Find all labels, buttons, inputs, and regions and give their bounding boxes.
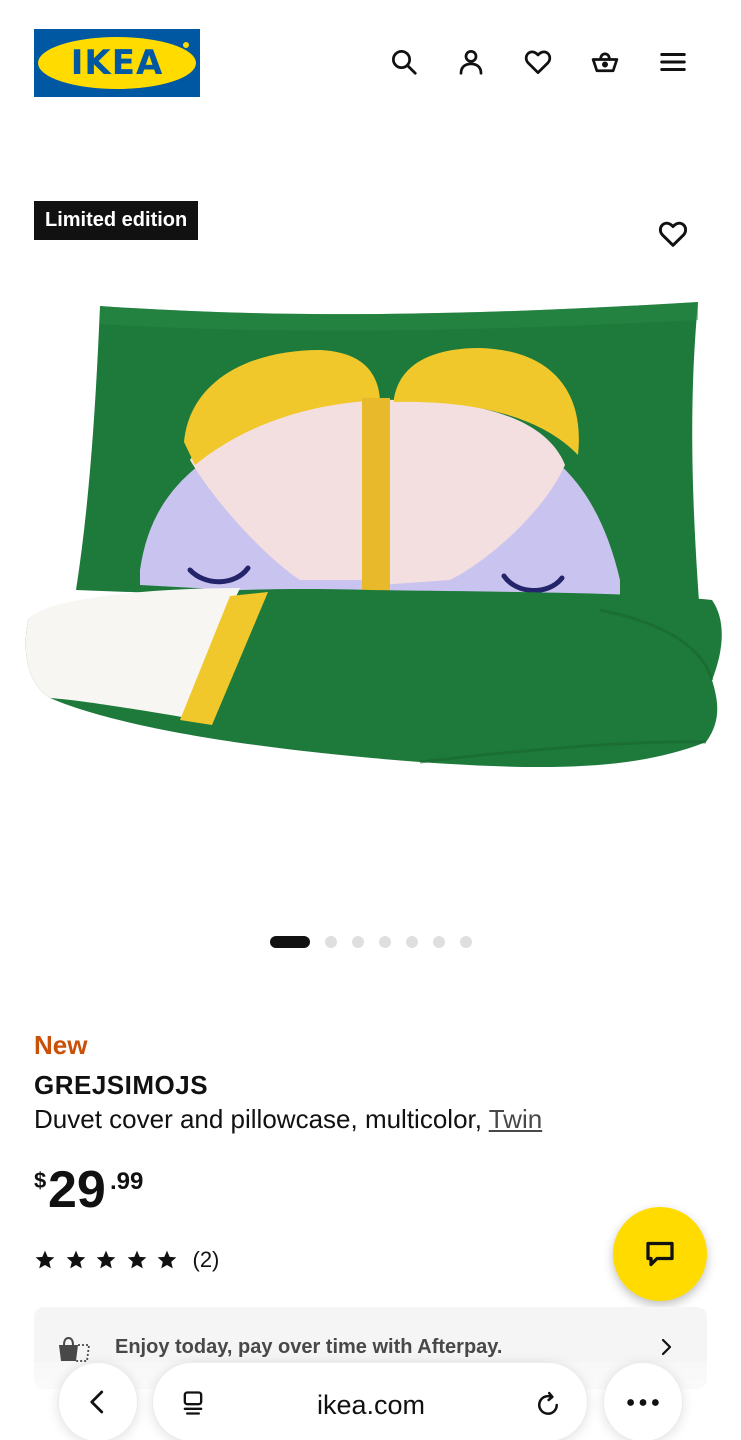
product-name: GREJSIMOJS bbox=[34, 1070, 209, 1100]
chevron-left-icon bbox=[90, 1390, 104, 1414]
star-icon bbox=[157, 1250, 177, 1269]
more-options-button[interactable] bbox=[603, 1362, 683, 1440]
price-decimal: .99 bbox=[110, 1168, 144, 1195]
carousel-dot[interactable] bbox=[433, 936, 445, 948]
product-image[interactable] bbox=[0, 280, 741, 810]
rating-stars[interactable]: (2) bbox=[34, 1246, 219, 1274]
star-icon bbox=[96, 1250, 116, 1269]
image-carousel-dots bbox=[0, 934, 741, 948]
limited-edition-badge: Limited edition bbox=[34, 201, 199, 240]
carousel-dot[interactable] bbox=[325, 936, 337, 948]
carousel-dot[interactable] bbox=[270, 936, 310, 948]
star-icon bbox=[127, 1250, 146, 1269]
user-icon[interactable] bbox=[453, 44, 489, 80]
registered-mark bbox=[182, 41, 190, 49]
chat-icon bbox=[646, 1241, 674, 1267]
logo-text: IKEA bbox=[70, 43, 164, 83]
new-label: New bbox=[34, 1030, 88, 1060]
review-count: (2) bbox=[192, 1247, 220, 1272]
star-row bbox=[34, 1249, 187, 1271]
carousel-dot[interactable] bbox=[352, 936, 364, 948]
cart-icon[interactable] bbox=[587, 44, 623, 80]
carousel-dot[interactable] bbox=[379, 936, 391, 948]
reload-icon[interactable] bbox=[533, 1390, 563, 1420]
product-description: Duvet cover and pillowcase, multicolor, … bbox=[34, 1104, 542, 1135]
star-icon bbox=[66, 1250, 85, 1269]
carousel-dot[interactable] bbox=[406, 936, 418, 948]
price-integer: 29 bbox=[48, 1161, 106, 1219]
price-currency: $ bbox=[34, 1168, 47, 1193]
heart-icon[interactable] bbox=[520, 44, 556, 80]
chat-button[interactable] bbox=[613, 1207, 707, 1301]
browser-back-button[interactable] bbox=[58, 1362, 138, 1440]
address-bar[interactable]: ikea.com bbox=[152, 1362, 588, 1440]
carousel-dot[interactable] bbox=[460, 936, 472, 948]
add-to-favorites-heart-icon[interactable] bbox=[654, 215, 692, 253]
search-icon[interactable] bbox=[386, 44, 422, 80]
ellipsis-icon bbox=[627, 1398, 659, 1406]
header: IKEA bbox=[0, 0, 741, 120]
menu-icon[interactable] bbox=[655, 44, 691, 80]
star-icon bbox=[35, 1250, 55, 1269]
product-description-text: Duvet cover and pillowcase, multicolor, bbox=[34, 1104, 489, 1134]
browser-toolbar: ikea.com bbox=[0, 1352, 741, 1440]
size-link[interactable]: Twin bbox=[489, 1104, 542, 1134]
ikea-logo[interactable]: IKEA bbox=[34, 29, 200, 97]
url-text: ikea.com bbox=[316, 1390, 426, 1420]
